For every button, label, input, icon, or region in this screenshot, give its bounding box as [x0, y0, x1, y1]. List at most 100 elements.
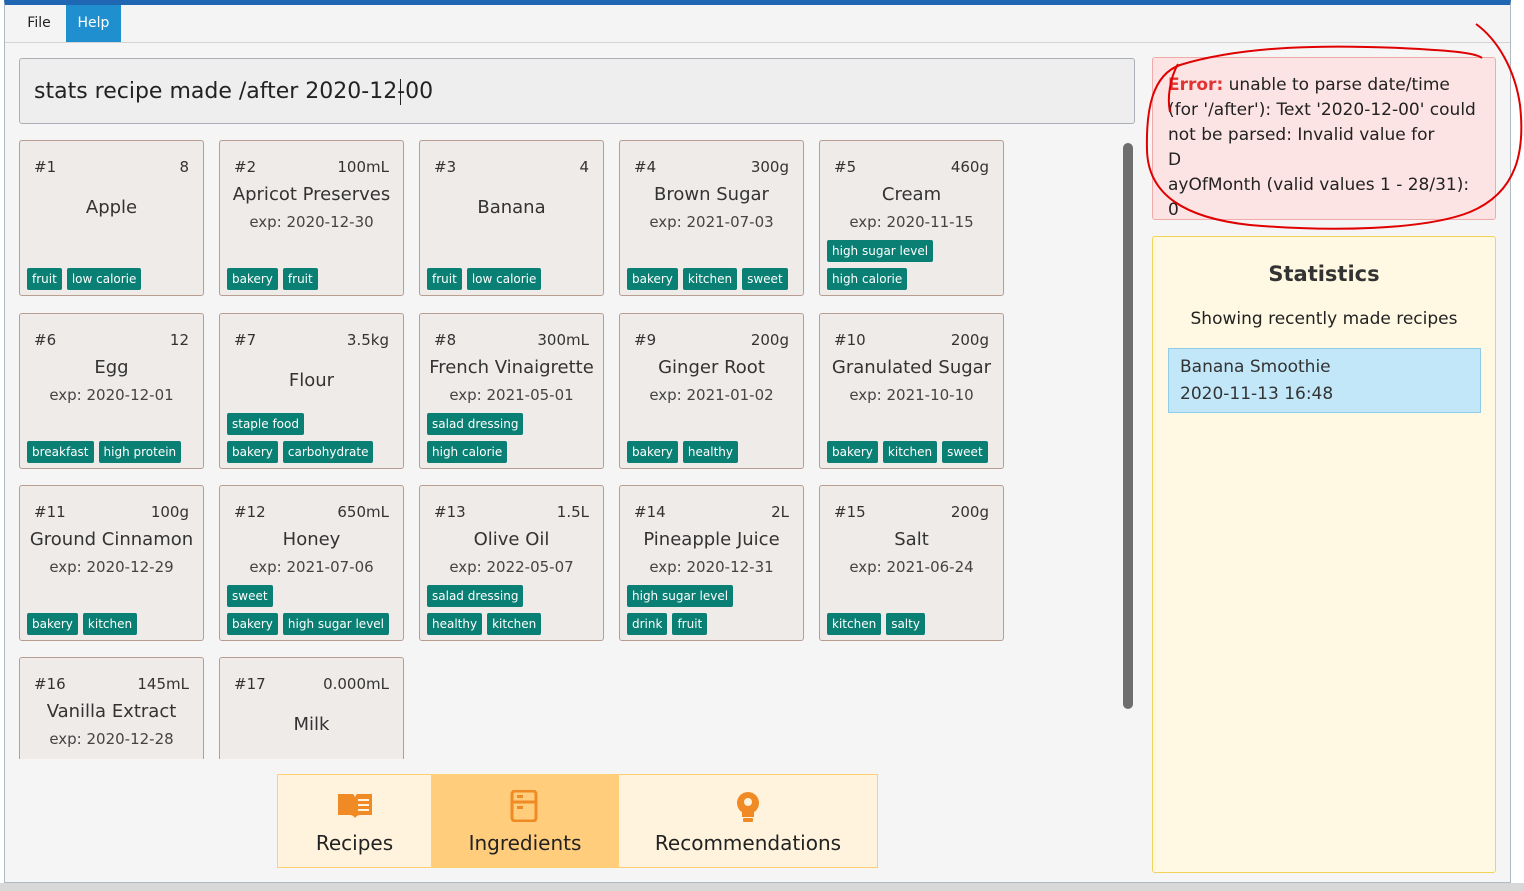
ingredient-index: #10: [834, 331, 866, 349]
lightbulb-icon: [737, 792, 759, 822]
tag-label: fruit: [427, 268, 462, 290]
ingredient-quantity: 145mL: [137, 675, 189, 693]
ingredient-tags: fruit low calorie: [427, 268, 603, 290]
scrollbar[interactable]: [1123, 143, 1133, 709]
menu-bar: File Help: [5, 5, 1510, 43]
ingredient-quantity: 100g: [150, 503, 189, 521]
ingredient-card[interactable]: #15 200g Salt exp: 2021-06-24 kitchen salty: [819, 485, 1004, 641]
command-box[interactable]: [19, 58, 1135, 124]
command-input[interactable]: [34, 59, 1114, 123]
tab-ingredients-label: Ingredients: [468, 831, 582, 855]
ingredient-name: Salt: [894, 529, 929, 550]
error-text-rest: ayOfMonth (valid values 1 - 28/31): 0: [1168, 175, 1470, 220]
tag-label: high calorie: [827, 268, 908, 290]
ingredient-tags: bakery kitchen sweet: [627, 268, 803, 290]
ingredient-index: #7: [234, 331, 257, 349]
ingredient-quantity: 200g: [950, 331, 989, 349]
statistics-title: Statistics: [1268, 262, 1380, 286]
tag-label: sweet: [227, 585, 273, 607]
ingredient-expiry: exp: 2021-06-24: [849, 558, 974, 576]
ingredient-index: #12: [234, 503, 266, 521]
ingredient-name: Olive Oil: [473, 529, 550, 550]
ingredient-quantity: 650mL: [337, 503, 389, 521]
menu-file[interactable]: File: [17, 5, 61, 42]
ingredient-card[interactable]: #9 200g Ginger Root exp: 2021-01-02 bakery he…: [619, 313, 804, 469]
tag-label: salad dressing: [427, 585, 524, 607]
error-text-d: D: [1168, 150, 1182, 170]
ingredient-expiry: exp: 2021-01-02: [649, 386, 774, 404]
tag-label: kitchen: [82, 613, 138, 635]
ingredient-index: #5: [834, 158, 857, 176]
ingredient-tags: fruit low calorie: [27, 268, 203, 290]
tag-label: kitchen: [487, 613, 542, 635]
ingredient-name: Cream: [881, 184, 942, 205]
ingredient-card[interactable]: #13 1.5L Olive Oil exp: 2022-05-07 healthy ki…: [419, 485, 604, 641]
tag-label: bakery: [27, 613, 78, 635]
menu-help[interactable]: Help: [66, 5, 121, 42]
ingredient-name: Egg: [94, 357, 129, 378]
tag-label: bakery: [227, 613, 278, 635]
ingredient-card[interactable]: #3 4 Banana fruit low calorie: [419, 140, 604, 296]
tag-label: bakery: [627, 268, 678, 290]
tag-label: fruit: [27, 268, 62, 290]
ingredient-quantity: 100mL: [337, 158, 389, 176]
tag-label: breakfast: [27, 441, 94, 463]
ingredient-tags: bakery fruit: [227, 268, 403, 290]
open-book-icon: [338, 794, 372, 818]
tab-ingredients[interactable]: Ingredients: [431, 775, 619, 867]
ingredient-card[interactable]: #14 2L Pineapple Juice exp: 2020-12-31 drink…: [619, 485, 804, 641]
ingredient-list[interactable]: #1 8 Apple fruit low calorie #2 100mL Apricot P…: [19, 140, 1019, 759]
tag-label: bakery: [227, 268, 278, 290]
ingredient-name: Flour: [288, 370, 335, 391]
ingredient-expiry: exp: 2021-07-03: [649, 213, 774, 231]
ingredient-expiry: exp: 2021-05-01: [449, 386, 574, 404]
tab-recommendations[interactable]: Recommendations: [619, 775, 877, 867]
ingredient-card[interactable]: #6 12 Egg exp: 2020-12-01 breakfast high prot…: [19, 313, 204, 469]
ingredient-name: Granulated Sugar: [831, 357, 992, 378]
ingredient-card[interactable]: #1 8 Apple fruit low calorie: [19, 140, 204, 296]
tag-label: carbohydrate: [282, 441, 374, 463]
ingredient-name: Honey: [282, 529, 341, 550]
tag-label: staple food: [227, 413, 304, 435]
ingredient-index: #1: [34, 158, 57, 176]
ingredient-index: #14: [634, 503, 666, 521]
statistics-panel: Statistics Showing recently made recipes…: [1152, 236, 1496, 873]
statistics-entry[interactable]: Banana Smoothie 2020-11-13 16:48: [1168, 348, 1481, 413]
ingredient-tags: kitchen salty: [827, 613, 1003, 635]
ingredient-quantity: 460g: [950, 158, 989, 176]
tag-label: low calorie: [66, 268, 142, 290]
ingredient-quantity: 4: [579, 158, 589, 176]
tag-label: high sugar level: [627, 585, 734, 607]
tag-label: healthy: [427, 613, 483, 635]
ingredient-card[interactable]: #16 145mL Vanilla Extract exp: 2020-12-28: [19, 657, 204, 759]
ingredient-name: Apple: [85, 197, 138, 218]
ingredient-card[interactable]: #5 460g Cream exp: 2020-11-15 high calorie hi…: [819, 140, 1004, 296]
ingredient-tags: bakery high sugar level sweet: [227, 585, 403, 635]
tab-recipes[interactable]: Recipes: [278, 775, 431, 867]
ingredient-quantity: 1.5L: [556, 503, 589, 521]
ingredient-name: Pineapple Juice: [643, 529, 780, 550]
ingredient-quantity: 8: [179, 158, 189, 176]
error-message: Error: unable to parse date/time (for '/…: [1168, 73, 1483, 223]
ingredient-index: #2: [234, 158, 257, 176]
ingredient-card[interactable]: #11 100g Ground Cinnamon exp: 2020-12-29 bak…: [19, 485, 204, 641]
tag-label: kitchen: [882, 441, 938, 463]
tab-recipes-label: Recipes: [315, 831, 394, 855]
taskbar-edge: [0, 883, 1524, 891]
tag-label: high sugar level: [282, 613, 390, 635]
ingredient-card[interactable]: #7 3.5kg Flour bakery carbohydrate staple foo…: [219, 313, 404, 469]
ingredient-quantity: 3.5kg: [346, 331, 389, 349]
ingredient-tags: healthy kitchen salad dressing: [427, 585, 603, 635]
ingredient-expiry: exp: 2020-12-29: [49, 558, 174, 576]
ingredient-card[interactable]: #17 0.000mL Milk: [219, 657, 404, 759]
ingredient-card[interactable]: #8 300mL French Vinaigrette exp: 2021-05-01…: [419, 313, 604, 469]
ingredient-card[interactable]: #4 300g Brown Sugar exp: 2021-07-03 bakery ki…: [619, 140, 804, 296]
ingredient-card[interactable]: #2 100mL Apricot Preserves exp: 2020-12-30 b…: [219, 140, 404, 296]
error-prefix: Error:: [1168, 75, 1224, 95]
ingredient-tags: high calorie high sugar level: [827, 240, 1003, 290]
ingredient-index: #17: [234, 675, 266, 693]
ingredient-card[interactable]: #10 200g Granulated Sugar exp: 2021-10-10 ba…: [819, 313, 1004, 469]
ingredient-expiry: exp: 2020-12-01: [49, 386, 174, 404]
ingredient-card[interactable]: #12 650mL Honey exp: 2021-07-06 bakery high s…: [219, 485, 404, 641]
tag-label: fruit: [672, 613, 708, 635]
